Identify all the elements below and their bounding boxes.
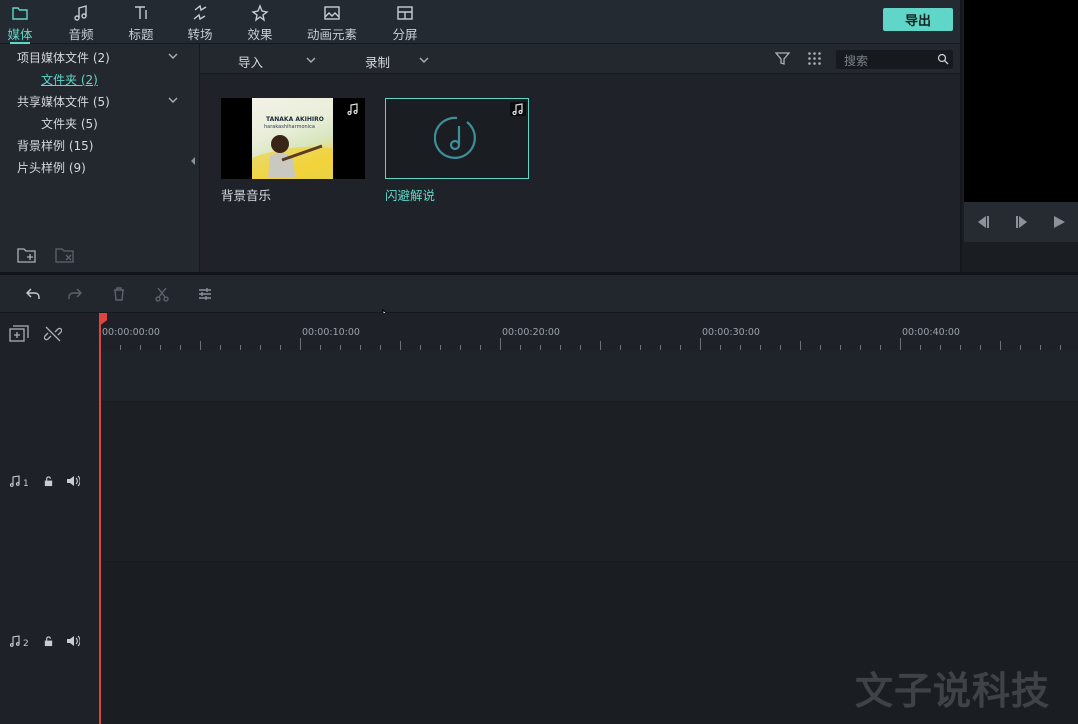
redo-icon[interactable] [67,286,83,302]
tab-media[interactable]: 媒体 [6,0,34,44]
music-note-icon [9,635,20,647]
music-note-icon [74,5,87,21]
search-placeholder: 搜索 [844,54,869,68]
folder-icon [12,7,28,20]
audio-track-1[interactable] [100,401,1078,561]
track-number: 2 [23,638,29,649]
ruler-ticks [100,338,1061,350]
collapse-panel-icon[interactable] [190,154,196,165]
preview-controls [964,202,1078,242]
import-dropdown[interactable]: 导入 [238,52,263,71]
search-field[interactable]: 搜索 [836,50,953,69]
split-screen-icon [397,6,413,20]
tab-split-screen[interactable]: 分屏 [391,0,419,44]
tree-project-folder[interactable]: 文件夹 (2) [41,71,98,88]
next-frame-icon[interactable] [1011,212,1031,232]
music-note-icon [433,115,480,161]
image-elements-icon [324,6,340,20]
top-tab-bar: 媒体 音频 标题 转场 效果 动画元素 分屏 导出 [0,0,960,44]
media-toolbar: 导入 录制 搜索 [200,44,960,74]
timecode-label: 00:00:00:00 [102,327,160,338]
transition-icon [193,4,207,21]
tab-titles[interactable]: 标题 [127,0,155,44]
delete-folder-icon[interactable] [55,246,75,264]
audio-badge-icon [510,102,526,116]
adjust-icon[interactable] [197,286,213,302]
timecode-label: 00:00:30:00 [702,327,760,338]
playhead[interactable] [99,313,101,724]
media-item-background-music[interactable]: TANAKA AKIHIRO harakashiharmonica [221,98,365,179]
album-cover-image: TANAKA AKIHIRO harakashiharmonica [252,98,333,179]
chevron-down-icon[interactable] [306,54,316,64]
timeline-toolbar [0,275,1078,327]
video-track[interactable] [100,351,1078,401]
media-library-tree: 项目媒体文件 (2) 文件夹 (2) 共享媒体文件 (5) 文件夹 (5) 背景… [0,44,200,272]
speaker-icon[interactable] [66,475,80,487]
undo-icon[interactable] [25,286,41,302]
delete-icon[interactable] [111,286,127,302]
tree-background-samples[interactable]: 背景样例 (15) [17,137,93,154]
effects-icon [251,4,269,22]
tab-elements[interactable]: 动画元素 [306,0,358,44]
track-header-2: 2 [0,631,100,651]
timecode-label: 00:00:10:00 [302,327,360,338]
media-item-voiceover[interactable] [385,98,529,179]
chevron-down-icon[interactable] [168,50,178,60]
media-item-label: 闪避解说 [385,188,436,203]
search-icon[interactable] [937,53,949,65]
filter-icon[interactable] [774,51,791,66]
media-area: 导入 录制 搜索 TANAKA AKIHIRO harakashiharmoni… [200,44,960,272]
text-title-icon [135,6,147,19]
add-track-icon[interactable] [9,325,29,343]
lock-icon[interactable] [43,475,54,487]
previous-frame-icon[interactable] [974,212,994,232]
preview-panel [960,0,1078,272]
music-note-icon [9,475,20,487]
tab-effects[interactable]: 效果 [246,0,274,44]
tree-project-media[interactable]: 项目媒体文件 (2) [17,49,110,66]
new-folder-icon[interactable] [17,246,37,264]
grid-view-icon[interactable] [807,51,822,66]
timecode-label: 00:00:40:00 [902,327,960,338]
media-item-label: 背景音乐 [221,188,272,203]
chevron-down-icon[interactable] [419,54,429,64]
record-dropdown[interactable]: 录制 [365,52,390,71]
unlink-icon[interactable] [43,325,63,343]
tree-shared-folder[interactable]: 文件夹 (5) [41,115,98,132]
speaker-icon[interactable] [66,635,80,647]
lock-icon[interactable] [43,635,54,647]
track-header-1: 1 [0,471,100,491]
play-icon[interactable] [1049,212,1069,232]
preview-screen [964,0,1078,202]
tab-audio[interactable]: 音频 [67,0,95,44]
tree-intro-samples[interactable]: 片头样例 (9) [17,159,86,176]
audio-badge-icon [345,102,361,116]
chevron-down-icon[interactable] [168,94,178,104]
export-button[interactable]: 导出 [883,8,953,31]
tab-transitions[interactable]: 转场 [186,0,214,44]
timecode-label: 00:00:20:00 [502,327,560,338]
watermark: 文子说科技 [855,669,1051,713]
track-number: 1 [23,478,29,489]
tree-shared-media[interactable]: 共享媒体文件 (5) [17,93,110,110]
track-headers: 1 2 [0,351,100,724]
cut-icon[interactable] [154,286,170,302]
